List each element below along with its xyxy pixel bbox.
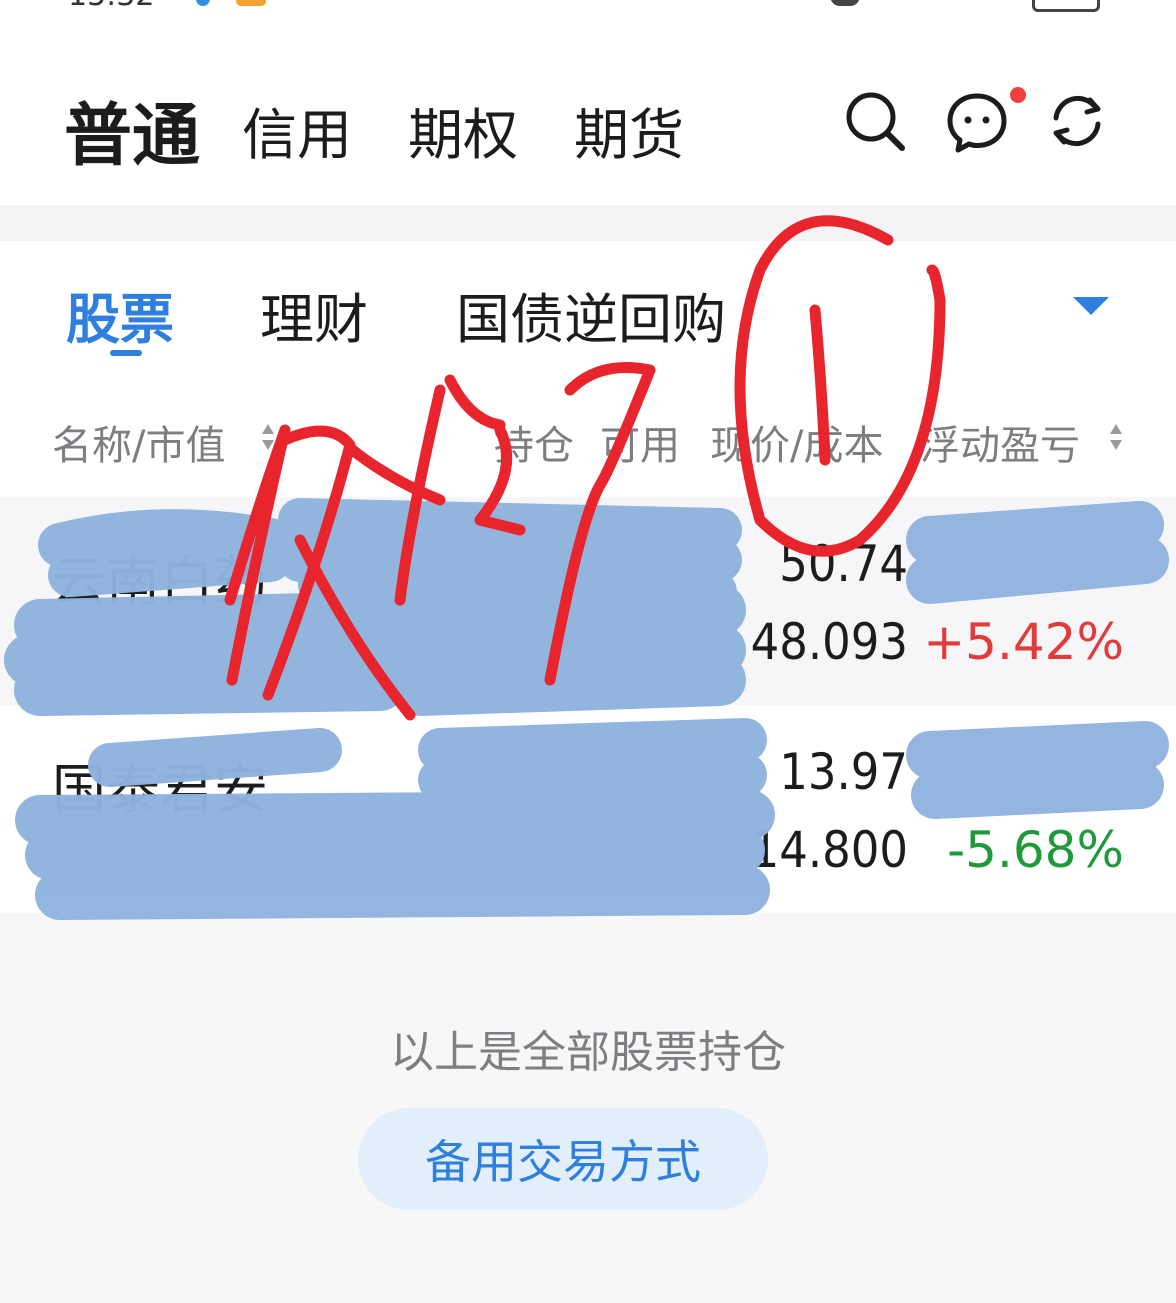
tab-stocks[interactable]: 股票 xyxy=(66,275,174,354)
sort-icon[interactable] xyxy=(1110,424,1122,454)
status-bar: 15:32 xyxy=(0,0,1176,14)
stock-name: 云南白药 xyxy=(52,550,268,613)
cost-price: 48.093 xyxy=(750,613,908,671)
pnl-percent: -5.68% xyxy=(947,821,1124,879)
tab-treasury-repo[interactable]: 国债逆回购 xyxy=(456,275,726,354)
all-holdings-note: 以上是全部股票持仓 xyxy=(390,1027,786,1078)
column-header-pnl[interactable]: 浮动盈亏 xyxy=(920,413,1080,471)
app-notification-icon xyxy=(236,0,266,6)
pnl-percent: +5.42% xyxy=(923,613,1124,671)
status-time: 15:32 xyxy=(68,0,154,13)
column-header-available: 可用 xyxy=(600,423,680,469)
chat-icon[interactable] xyxy=(944,88,1010,154)
search-icon[interactable] xyxy=(842,88,908,154)
sort-icon[interactable] xyxy=(262,424,274,454)
cost-price: 14.800 xyxy=(750,821,908,879)
signal-icon xyxy=(830,0,860,6)
column-header-price-cost: 现价/成本 xyxy=(710,423,884,469)
tab-credit[interactable]: 信用 xyxy=(242,90,352,170)
alternate-trading-button[interactable]: 备用交易方式 xyxy=(358,1108,768,1210)
tab-options[interactable]: 期权 xyxy=(408,90,518,170)
current-price: 50.74 xyxy=(779,535,908,593)
stock-name: 国泰君安 xyxy=(52,758,268,821)
table-row[interactable]: 国泰君安 13.97 14.800 -5.68% xyxy=(0,705,1176,913)
section-divider xyxy=(0,205,1176,241)
tab-wealth-management[interactable]: 理财 xyxy=(260,275,368,354)
unread-badge-dot xyxy=(1010,87,1026,103)
column-header-name[interactable]: 名称/市值 xyxy=(52,413,225,471)
top-header: 15:32 普通 信用 期权 期货 xyxy=(0,0,1176,205)
battery-icon xyxy=(1032,0,1100,12)
chevron-down-icon[interactable] xyxy=(1073,297,1109,315)
current-price: 13.97 xyxy=(779,743,908,801)
notification-icon xyxy=(196,0,210,6)
refresh-icon[interactable] xyxy=(1044,88,1110,154)
tab-futures[interactable]: 期货 xyxy=(574,90,684,170)
active-tab-indicator xyxy=(110,350,142,356)
table-row[interactable]: 云南白药 50.74 48.093 +5.42% xyxy=(0,497,1176,705)
column-header-position: 持仓 xyxy=(494,423,574,469)
tab-normal[interactable]: 普通 xyxy=(64,80,200,179)
